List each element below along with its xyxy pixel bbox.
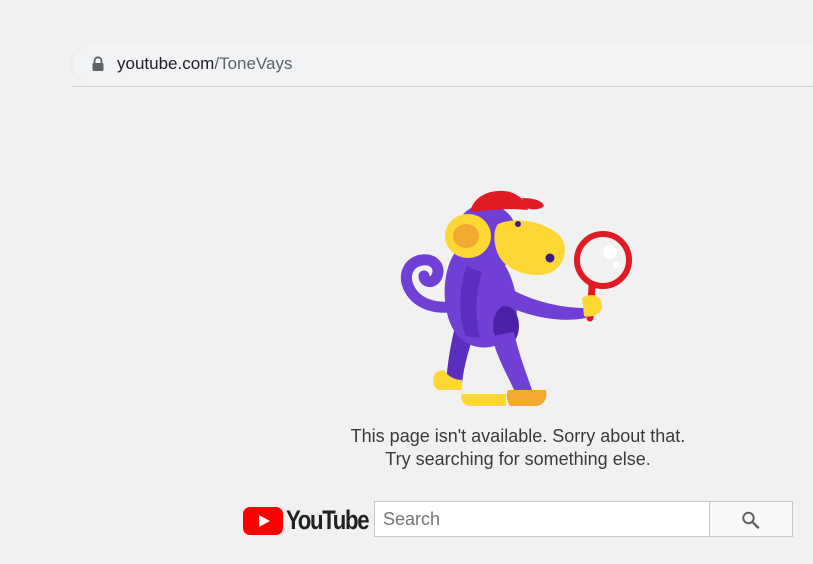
toolbar-divider xyxy=(72,86,813,87)
url-text[interactable]: youtube.com/ToneVays xyxy=(117,54,292,74)
lock-icon[interactable] xyxy=(91,56,105,72)
youtube-logo[interactable]: YouTube xyxy=(243,505,370,535)
error-message-line-2: Try searching for something else. xyxy=(385,449,651,469)
search-icon xyxy=(742,511,760,529)
search-button[interactable] xyxy=(709,501,793,537)
url-path: /ToneVays xyxy=(214,54,293,73)
url-host: youtube.com xyxy=(117,54,215,73)
error-message-line-1: This page isn't available. Sorry about t… xyxy=(350,426,686,446)
search-input[interactable] xyxy=(374,501,710,537)
monkey-illustration xyxy=(401,190,632,406)
error-message: This page isn't available. Sorry about t… xyxy=(300,425,736,471)
address-bar[interactable]: youtube.com/ToneVays xyxy=(72,45,813,83)
error-page: youtube.com/ToneVays This page isn't ava… xyxy=(0,0,813,564)
youtube-logo-text: YouTube xyxy=(286,505,370,535)
youtube-play-icon xyxy=(243,507,283,535)
